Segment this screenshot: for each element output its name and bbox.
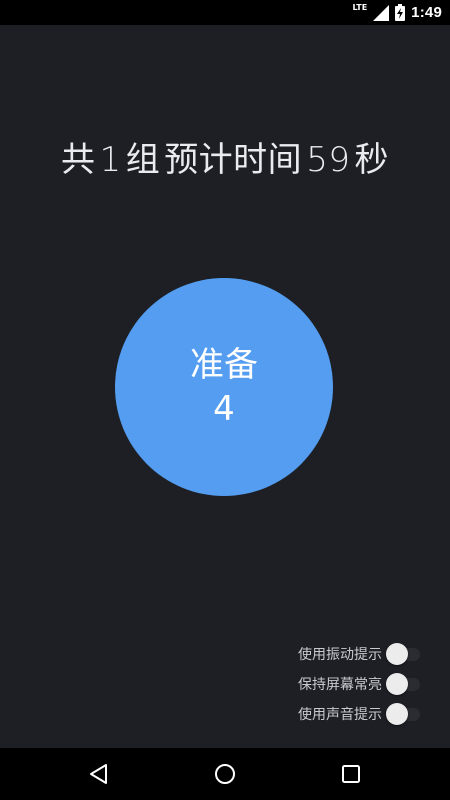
vibration-label: 使用振动提示 [298,647,382,663]
sound-label: 使用声音提示 [298,707,382,723]
sound-switch[interactable] [386,703,422,725]
estimated-seconds: 59 [306,140,351,180]
switch-thumb [386,643,408,665]
lte-icon: LTE [352,2,368,12]
vibration-switch[interactable] [386,643,422,665]
time-label: 预计时间 [164,140,303,180]
timer-screen: LTE 1:49 共 1 组预计时间 59 秒 准备 4 使用振动提示 保持屏幕… [0,0,450,800]
summary-prefix: 共 [61,140,96,180]
group-count: 1 [99,140,122,180]
home-button[interactable] [212,761,238,787]
sound-setting: 使用声音提示 [298,703,422,725]
back-button[interactable] [86,761,112,787]
phase-label: 准备 [190,345,258,385]
back-icon [90,764,107,784]
workout-summary: 共 1 组预计时间 59 秒 [0,132,450,181]
keep-screen-on-setting: 保持屏幕常亮 [298,673,422,695]
recent-apps-icon [342,765,360,783]
group-unit: 组 [125,140,161,180]
battery-charging-icon [395,4,406,21]
signal-icon [373,4,390,21]
switch-thumb [386,703,408,725]
navigation-bar [0,748,450,800]
status-icons: LTE 1:49 [352,2,442,23]
settings-toggles: 使用振动提示 保持屏幕常亮 使用声音提示 [298,643,422,725]
status-bar: LTE 1:49 [0,0,450,25]
recent-apps-button[interactable] [338,761,364,787]
countdown-circle[interactable]: 准备 4 [115,278,333,496]
keep-screen-on-label: 保持屏幕常亮 [298,677,382,693]
home-icon [215,764,235,784]
status-clock: 1:49 [411,4,442,21]
vibration-setting: 使用振动提示 [298,643,422,665]
switch-thumb [386,673,408,695]
countdown-number: 4 [213,389,235,429]
seconds-unit: 秒 [354,140,389,180]
keep-screen-on-switch[interactable] [386,673,422,695]
